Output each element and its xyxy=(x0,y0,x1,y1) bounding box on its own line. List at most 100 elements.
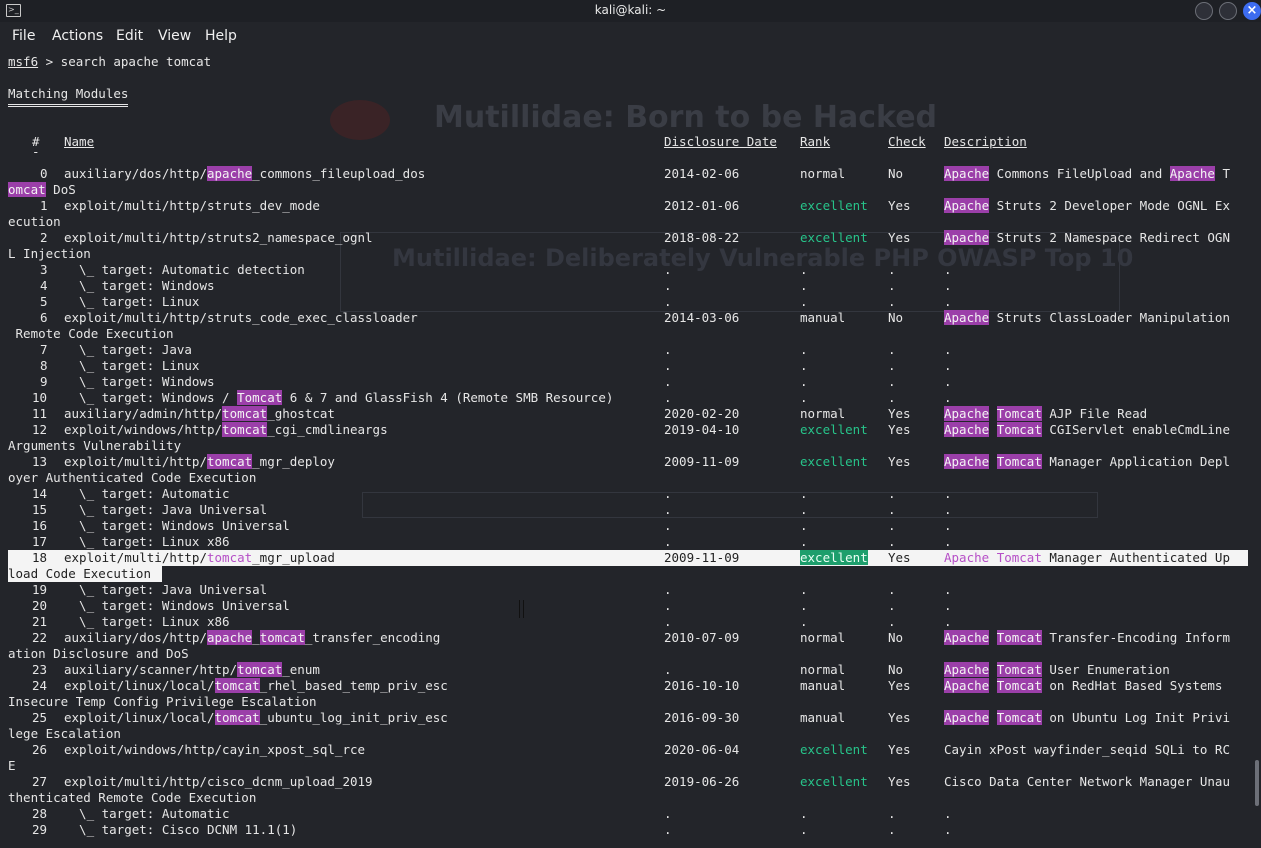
terminal-window: Mutillidae: Born to be Hacked Mutillidae… xyxy=(0,0,1261,848)
check: . xyxy=(888,294,896,309)
close-button[interactable]: × xyxy=(1243,2,1261,20)
menu-help[interactable]: Help xyxy=(205,28,237,44)
row-number: 8 xyxy=(40,358,48,373)
check: Yes xyxy=(888,422,911,437)
row-number: 2 xyxy=(40,230,48,245)
header-underline: - xyxy=(32,144,40,159)
menu-edit[interactable]: Edit xyxy=(116,28,143,44)
disclosure-date: 2009-11-09 xyxy=(664,550,740,565)
rank: . xyxy=(800,278,808,293)
minimize-button[interactable] xyxy=(1195,2,1213,20)
description: . xyxy=(944,294,952,309)
description-wrap: L Injection xyxy=(8,246,91,261)
rank: . xyxy=(800,598,808,613)
section-title: Matching Modules xyxy=(8,86,129,107)
row-number: 3 xyxy=(40,262,48,277)
row-number: 21 xyxy=(32,614,48,629)
disclosure-date: 2012-01-06 xyxy=(664,198,740,213)
terminal-output[interactable]: msf6 > search apache tomcat Matching Mod… xyxy=(0,52,1261,848)
disclosure-date: . xyxy=(664,502,672,517)
description: Apache Struts 2 Namespace Redirect OGN xyxy=(944,230,1230,245)
description: Cayin xPost wayfinder_seqid SQLi to RC xyxy=(944,742,1230,757)
rank: excellent xyxy=(800,742,868,757)
description: . xyxy=(944,806,952,821)
row-number: 17 xyxy=(32,534,48,549)
rank: . xyxy=(800,822,808,837)
disclosure-date: 2016-10-10 xyxy=(664,678,740,693)
disclosure-date: . xyxy=(664,342,672,357)
row-number: 29 xyxy=(32,822,48,837)
description: . xyxy=(944,374,952,389)
description: . xyxy=(944,358,952,373)
description: . xyxy=(944,390,952,405)
description-wrap: Remote Code Execution xyxy=(8,326,174,341)
description: Apache Struts 2 Developer Mode OGNL Ex xyxy=(944,198,1230,213)
description: Apache Tomcat on RedHat Based Systems xyxy=(944,678,1223,693)
row-number: 27 xyxy=(32,774,48,789)
rank: . xyxy=(800,262,808,277)
check: . xyxy=(888,534,896,549)
row-number: 0 xyxy=(40,166,48,181)
maximize-button[interactable] xyxy=(1219,2,1237,20)
check: . xyxy=(888,582,896,597)
module-name: \_ target: Windows / Tomcat 6 & 7 and Gl… xyxy=(64,390,614,405)
header-date: Disclosure Date xyxy=(664,134,777,149)
row-number: 24 xyxy=(32,678,48,693)
scrollbar[interactable] xyxy=(1255,760,1259,806)
check: No xyxy=(888,166,904,181)
module-name: \_ target: Automatic xyxy=(64,486,230,501)
module-name: \_ target: Java Universal xyxy=(64,502,268,517)
rank: excellent xyxy=(800,198,868,213)
disclosure-date: 2019-04-10 xyxy=(664,422,740,437)
text-cursor xyxy=(519,600,524,618)
menu-actions[interactable]: Actions xyxy=(52,28,103,44)
module-name: exploit/multi/http/cisco_dcnm_upload_201… xyxy=(64,774,373,789)
module-name: exploit/multi/http/struts_dev_mode xyxy=(64,198,320,213)
row-number: 10 xyxy=(32,390,48,405)
check: . xyxy=(888,486,896,501)
rank: excellent xyxy=(800,774,868,789)
disclosure-date: . xyxy=(664,582,672,597)
disclosure-date: 2014-03-06 xyxy=(664,310,740,325)
module-name: \_ target: Linux x86 xyxy=(64,534,230,549)
rank: . xyxy=(800,342,808,357)
description: . xyxy=(944,598,952,613)
module-name: exploit/linux/local/tomcat_ubuntu_log_in… xyxy=(64,710,448,725)
row-number: 14 xyxy=(32,486,48,501)
description-wrap: load Code Execution xyxy=(8,566,151,581)
menu-file[interactable]: File xyxy=(12,28,35,44)
disclosure-date: . xyxy=(664,534,672,549)
module-name: exploit/multi/http/tomcat_mgr_deploy xyxy=(64,454,335,469)
row-number: 20 xyxy=(32,598,48,613)
title-bar: >_ kali@kali: ~ × xyxy=(0,0,1261,22)
row-number: 22 xyxy=(32,630,48,645)
module-name: \_ target: Windows xyxy=(64,374,215,389)
disclosure-date: . xyxy=(664,806,672,821)
module-name: exploit/windows/http/cayin_xpost_sql_rce xyxy=(64,742,366,757)
check: . xyxy=(888,278,896,293)
module-name: \_ target: Windows Universal xyxy=(64,518,290,533)
rank: excellent xyxy=(800,422,868,437)
check: . xyxy=(888,614,896,629)
row-number: 28 xyxy=(32,806,48,821)
check: . xyxy=(888,374,896,389)
module-name: auxiliary/admin/http/tomcat_ghostcat xyxy=(64,406,335,421)
disclosure-date: 2020-02-20 xyxy=(664,406,740,421)
disclosure-date: 2019-06-26 xyxy=(664,774,740,789)
module-name: \_ target: Windows xyxy=(64,278,215,293)
description: Apache Tomcat CGIServlet enableCmdLine xyxy=(944,422,1230,437)
row-number: 5 xyxy=(40,294,48,309)
rank: normal xyxy=(800,166,846,181)
module-name: \_ target: Java Universal xyxy=(64,582,268,597)
description: Apache Tomcat Transfer-Encoding Inform xyxy=(944,630,1230,645)
description: Apache Tomcat on Ubuntu Log Init Privi xyxy=(944,710,1230,725)
description: Apache Tomcat User Enumeration xyxy=(944,662,1170,677)
row-number: 1 xyxy=(40,198,48,213)
row-number: 4 xyxy=(40,278,48,293)
check: . xyxy=(888,598,896,613)
module-name: auxiliary/scanner/http/tomcat_enum xyxy=(64,662,320,677)
menu-view[interactable]: View xyxy=(158,28,191,44)
row-number: 23 xyxy=(32,662,48,677)
rank: . xyxy=(800,294,808,309)
check: Yes xyxy=(888,710,911,725)
